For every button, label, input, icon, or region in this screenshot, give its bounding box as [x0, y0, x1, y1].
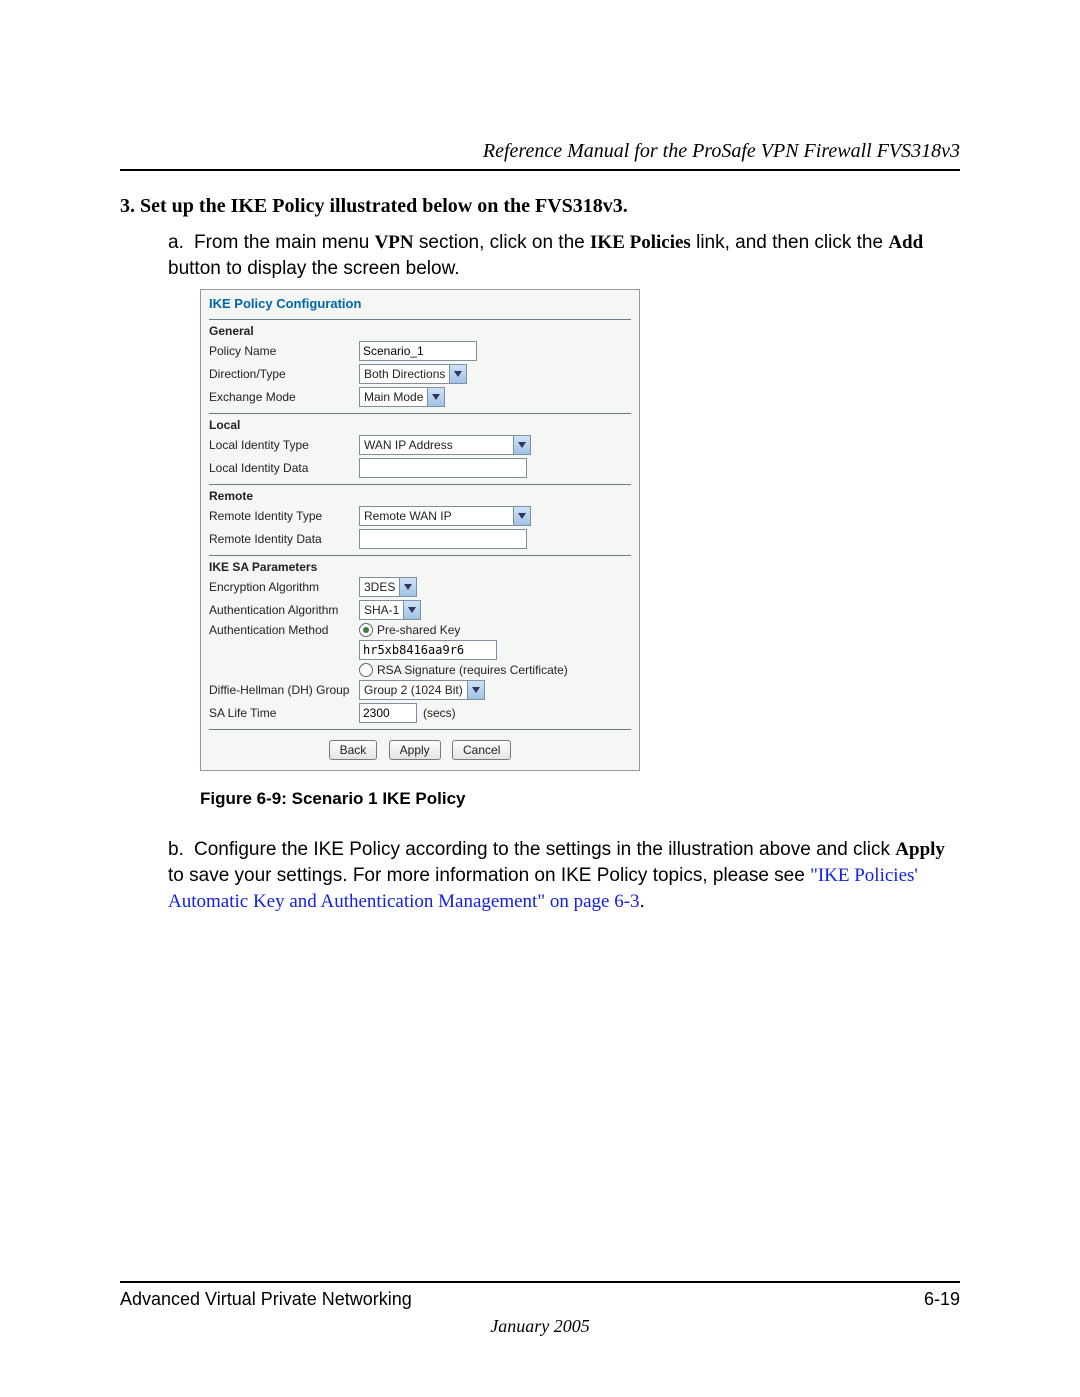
auth-alg-value: SHA-1: [360, 603, 403, 617]
chevron-down-icon: [427, 388, 444, 406]
local-heading: Local: [209, 418, 631, 432]
exchange-select[interactable]: Main Mode: [359, 387, 445, 407]
psk-label: Pre-shared Key: [377, 623, 460, 637]
chevron-down-icon: [513, 436, 530, 454]
substep-a-add: Add: [888, 232, 923, 253]
footer-page-number: 6-19: [924, 1289, 960, 1310]
substep-a-ike: IKE Policies: [590, 232, 691, 253]
ike-config-screenshot: IKE Policy Configuration General Policy …: [200, 289, 640, 771]
substep-a-t7: button to display the screen below.: [168, 258, 460, 279]
local-data-label: Local Identity Data: [209, 461, 359, 475]
auth-method-label: Authentication Method: [209, 623, 359, 637]
divider: [209, 729, 631, 730]
chevron-down-icon: [399, 578, 416, 596]
remote-type-select[interactable]: Remote WAN IP: [359, 506, 531, 526]
general-heading: General: [209, 324, 631, 338]
life-input[interactable]: [359, 703, 417, 723]
header-rule: [120, 169, 960, 171]
life-unit: (secs): [423, 706, 456, 720]
local-type-value: WAN IP Address: [360, 438, 513, 452]
step-heading: 3. Set up the IKE Policy illustrated bel…: [120, 195, 960, 218]
divider: [209, 319, 631, 320]
psk-radio[interactable]: [359, 623, 373, 637]
enc-label: Encryption Algorithm: [209, 580, 359, 594]
divider: [209, 413, 631, 414]
exchange-value: Main Mode: [360, 390, 427, 404]
divider: [209, 555, 631, 556]
divider: [209, 484, 631, 485]
cancel-button[interactable]: Cancel: [452, 740, 511, 760]
substep-a: a.From the main menu VPN section, click …: [168, 230, 960, 281]
substep-b-t4: .: [640, 891, 645, 912]
auth-alg-label: Authentication Algorithm: [209, 603, 359, 617]
dh-value: Group 2 (1024 Bit): [360, 683, 467, 697]
enc-value: 3DES: [360, 580, 399, 594]
rsa-label: RSA Signature (requires Certificate): [377, 663, 568, 677]
local-data-input[interactable]: [359, 458, 527, 478]
direction-label: Direction/Type: [209, 367, 359, 381]
enc-select[interactable]: 3DES: [359, 577, 417, 597]
substep-b: b.Configure the IKE Policy according to …: [168, 837, 960, 914]
psk-input[interactable]: [359, 640, 497, 660]
chevron-down-icon: [403, 601, 420, 619]
back-button[interactable]: Back: [329, 740, 378, 760]
substep-b-t3: to save your settings. For more informat…: [168, 865, 810, 886]
substep-a-t1: From the main menu: [194, 232, 375, 253]
substep-b-apply: Apply: [895, 839, 945, 860]
substep-a-letter: a.: [168, 230, 194, 256]
substep-b-t1: Configure the IKE Policy according to th…: [194, 839, 895, 860]
shot-title: IKE Policy Configuration: [209, 296, 631, 311]
local-type-label: Local Identity Type: [209, 438, 359, 452]
remote-data-label: Remote Identity Data: [209, 532, 359, 546]
remote-heading: Remote: [209, 489, 631, 503]
policy-name-input[interactable]: [359, 341, 477, 361]
footer-left: Advanced Virtual Private Networking: [120, 1289, 412, 1310]
chevron-down-icon: [449, 365, 466, 383]
policy-name-label: Policy Name: [209, 344, 359, 358]
life-label: SA Life Time: [209, 706, 359, 720]
local-type-select[interactable]: WAN IP Address: [359, 435, 531, 455]
substep-a-t3: section, click on the: [414, 232, 590, 253]
dh-label: Diffie-Hellman (DH) Group: [209, 683, 359, 697]
remote-type-value: Remote WAN IP: [360, 509, 513, 523]
sa-heading: IKE SA Parameters: [209, 560, 631, 574]
chevron-down-icon: [467, 681, 484, 699]
rsa-radio[interactable]: [359, 663, 373, 677]
step-number: 3.: [120, 195, 135, 217]
auth-alg-select[interactable]: SHA-1: [359, 600, 421, 620]
remote-type-label: Remote Identity Type: [209, 509, 359, 523]
page-header-title: Reference Manual for the ProSafe VPN Fir…: [120, 140, 960, 169]
remote-data-input[interactable]: [359, 529, 527, 549]
figure-caption: Figure 6-9: Scenario 1 IKE Policy: [200, 789, 960, 809]
substep-a-t5: link, and then click the: [691, 232, 889, 253]
footer-date: January 2005: [120, 1316, 960, 1337]
step-title: Set up the IKE Policy illustrated below …: [140, 195, 628, 217]
substep-a-vpn: VPN: [375, 232, 414, 253]
direction-select[interactable]: Both Directions: [359, 364, 467, 384]
dh-select[interactable]: Group 2 (1024 Bit): [359, 680, 485, 700]
chevron-down-icon: [513, 507, 530, 525]
direction-value: Both Directions: [360, 367, 449, 381]
substep-b-letter: b.: [168, 837, 194, 863]
apply-button[interactable]: Apply: [389, 740, 441, 760]
exchange-label: Exchange Mode: [209, 390, 359, 404]
